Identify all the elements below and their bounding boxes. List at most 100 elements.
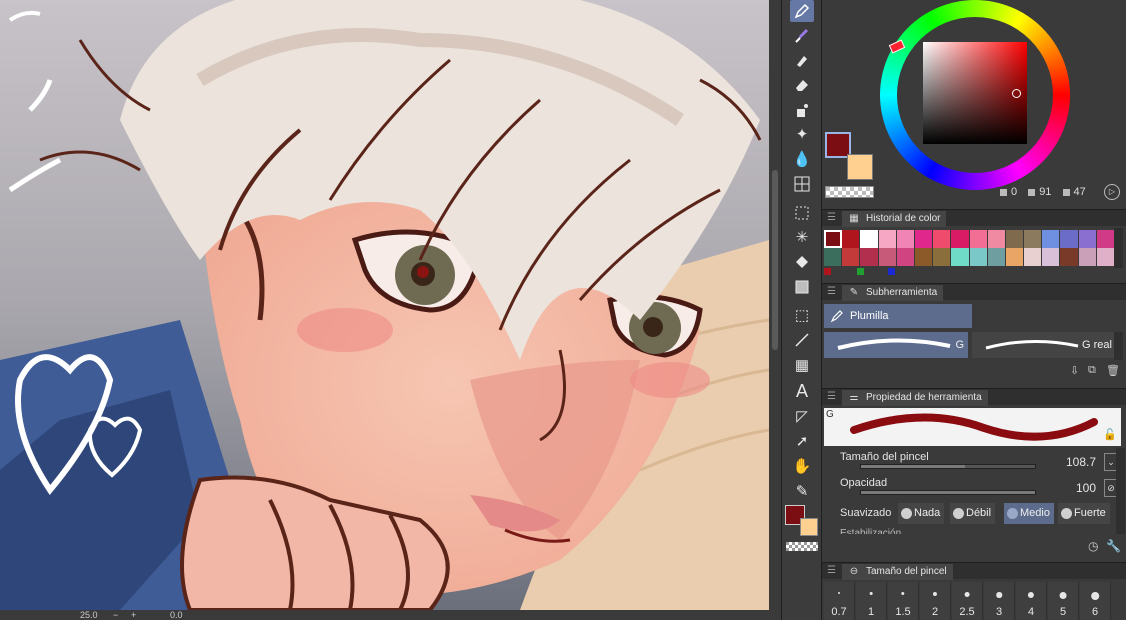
auto-select-icon[interactable]: ✳ <box>790 226 814 248</box>
color-history-swatch[interactable] <box>1096 248 1115 266</box>
color-history-swatch[interactable] <box>914 230 934 248</box>
smoothing-option-none[interactable]: Nada <box>898 503 945 524</box>
zoom-in-button[interactable]: + <box>131 610 136 620</box>
subtool-group-plumilla[interactable]: Plumilla <box>824 304 972 328</box>
transparent-color-swatch[interactable] <box>786 542 818 551</box>
trash-icon[interactable]: 🗑 <box>1106 364 1120 377</box>
tab-color-history[interactable]: ▦ Historial de color <box>842 211 947 227</box>
move-icon[interactable]: ➚ <box>790 430 814 452</box>
frame-icon[interactable]: ▦ <box>790 354 814 376</box>
tab-subtool[interactable]: ✎ Subherramienta <box>842 285 944 301</box>
brush-size-preset[interactable]: 6 <box>1080 582 1111 620</box>
color-history-swatch[interactable] <box>896 248 915 266</box>
color-history-swatch[interactable] <box>842 230 861 248</box>
eraser-icon[interactable] <box>790 74 814 96</box>
brush-size-preset[interactable]: 3 <box>984 582 1015 620</box>
brush-size-preset[interactable]: 0.7 <box>824 582 855 620</box>
color-history-swatch[interactable] <box>842 248 861 266</box>
brush-icon[interactable] <box>790 24 814 46</box>
opacity-value[interactable]: 100 <box>1076 481 1096 495</box>
sub-color-swatch[interactable] <box>847 154 873 180</box>
brush-size-preset[interactable]: 4 <box>1016 582 1047 620</box>
color-history-swatch[interactable] <box>896 230 915 248</box>
text-icon[interactable]: A <box>790 380 814 402</box>
tab-tool-property[interactable]: ⚌ Propiedad de herramienta <box>842 390 988 406</box>
color-history-swatch[interactable] <box>1005 230 1025 248</box>
color-history-swatch[interactable] <box>824 248 843 266</box>
color-mode-button[interactable]: ▷ <box>1104 184 1120 200</box>
color-history-swatch[interactable] <box>1060 230 1079 248</box>
color-history-swatch[interactable] <box>1024 248 1043 266</box>
menu-icon[interactable]: ☰ <box>827 286 836 297</box>
color-history-swatch[interactable] <box>878 230 897 248</box>
object-icon[interactable]: ⬚ <box>790 304 814 326</box>
mesh-icon[interactable] <box>790 173 814 195</box>
decoration-icon[interactable] <box>790 99 814 121</box>
zoom-out-button[interactable]: − <box>113 610 118 620</box>
brush-size-value[interactable]: 108.7 <box>1066 455 1096 469</box>
color-history-swatch[interactable] <box>1005 248 1025 266</box>
duplicate-icon[interactable]: ⧉ <box>1088 364 1096 377</box>
tab-brush-size[interactable]: ⊖ Tamaño del pincel <box>842 564 953 580</box>
airbrush-icon[interactable] <box>790 49 814 71</box>
color-history-swatch[interactable] <box>1078 248 1097 266</box>
pen-icon[interactable] <box>790 0 814 22</box>
color-history-swatch[interactable] <box>1078 230 1097 248</box>
color-history-swatch[interactable] <box>987 248 1006 266</box>
color-history-swatch[interactable] <box>969 248 988 266</box>
menu-icon[interactable]: ☰ <box>827 565 836 576</box>
smoothing-option-strong[interactable]: Fuerte <box>1058 503 1110 524</box>
brush-size-preset[interactable]: 2.5 <box>952 582 983 620</box>
brush-item-g-real[interactable]: G real <box>972 332 1116 358</box>
drawing-canvas[interactable] <box>0 0 769 610</box>
brush-size-slider[interactable] <box>860 464 1036 469</box>
color-history-swatch[interactable] <box>860 230 879 248</box>
scrollbar-thumb[interactable] <box>772 170 778 350</box>
subtool-scrollbar[interactable] <box>1114 332 1123 360</box>
balloon-icon[interactable]: ◸ <box>790 405 814 427</box>
color-history-swatch[interactable] <box>933 230 952 248</box>
clock-icon[interactable]: ◷ <box>1088 539 1098 553</box>
menu-icon[interactable]: ☰ <box>827 212 836 223</box>
rotation-value[interactable]: 0.0 <box>170 610 183 620</box>
color-history-swatch[interactable] <box>1060 248 1079 266</box>
selection-icon[interactable] <box>790 202 814 224</box>
tool-property-scrollbar[interactable] <box>1116 448 1125 534</box>
smoothing-option-medium[interactable]: Medio <box>1004 503 1054 524</box>
brush-size-preset[interactable]: 5 <box>1048 582 1079 620</box>
blend-icon[interactable]: 💧 <box>790 148 814 170</box>
transparent-color-swatch[interactable] <box>825 186 874 198</box>
brush-size-preset[interactable]: 2 <box>920 582 951 620</box>
color-history-swatch[interactable] <box>824 230 843 248</box>
import-icon[interactable]: ⇩ <box>1070 364 1079 377</box>
color-history-swatch[interactable] <box>860 248 879 266</box>
color-history-swatch[interactable] <box>1096 230 1115 248</box>
smoothing-option-weak[interactable]: Débil <box>950 503 996 524</box>
menu-icon[interactable]: ☰ <box>827 391 836 402</box>
fill-icon[interactable] <box>790 251 814 273</box>
color-history-swatch[interactable] <box>914 248 934 266</box>
brush-item-g[interactable]: G <box>824 332 968 358</box>
sparkle-icon[interactable]: ✦ <box>790 123 814 145</box>
color-history-swatch[interactable] <box>951 248 970 266</box>
hand-icon[interactable]: ✋ <box>790 455 814 477</box>
color-history-swatch[interactable] <box>933 248 952 266</box>
color-history-swatch[interactable] <box>969 230 988 248</box>
opacity-slider[interactable] <box>860 490 1036 495</box>
brush-size-preset[interactable]: 1.5 <box>888 582 919 620</box>
canvas-vertical-scrollbar[interactable] <box>769 0 781 610</box>
zoom-value[interactable]: 25.0 <box>80 610 98 620</box>
color-history-swatch[interactable] <box>1024 230 1043 248</box>
sub-color-swatch[interactable] <box>800 518 818 536</box>
color-history-swatch[interactable] <box>1042 248 1061 266</box>
color-history-swatch[interactable] <box>951 230 970 248</box>
brush-size-preset[interactable]: 1 <box>856 582 887 620</box>
line-icon[interactable] <box>790 329 814 351</box>
color-history-scrollbar[interactable] <box>1114 228 1123 268</box>
wrench-icon[interactable]: 🔧 <box>1106 539 1121 553</box>
sv-cursor[interactable] <box>1012 89 1021 98</box>
color-history-swatch[interactable] <box>1042 230 1061 248</box>
color-history-swatch[interactable] <box>987 230 1006 248</box>
lock-icon[interactable]: 🔓 <box>1103 428 1117 441</box>
eyedropper-icon[interactable]: ✎ <box>790 480 814 502</box>
